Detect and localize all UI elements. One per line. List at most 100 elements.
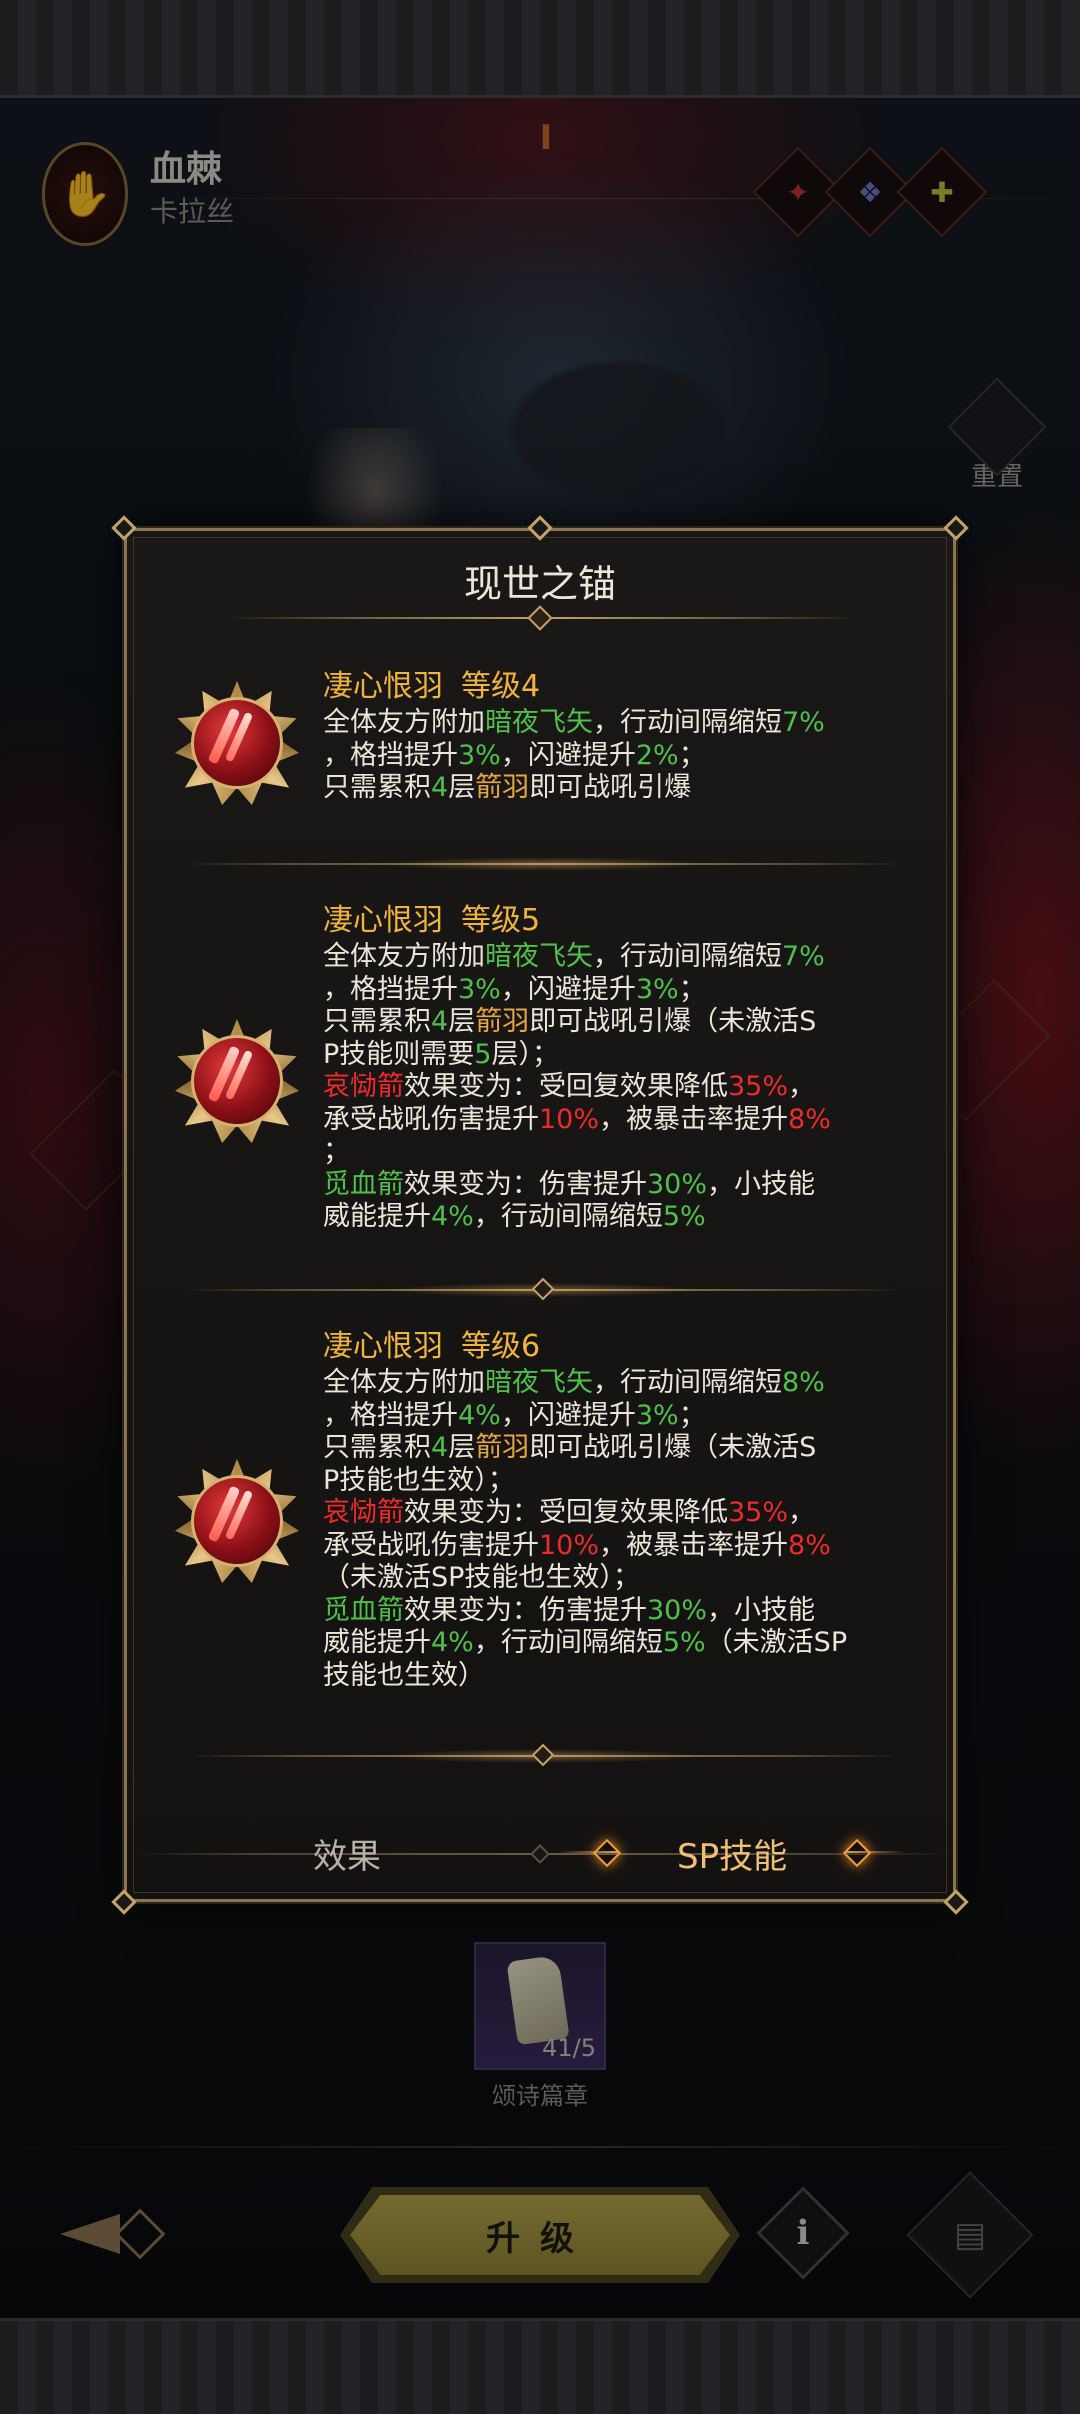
effect-text: 效果变为：伤害提升 [404, 1594, 647, 1626]
feather-slash-skill-icon [175, 681, 299, 805]
effect-text: P技能也生效）； [323, 1464, 515, 1496]
skill-effect-line: （未激活SP技能也生效）； [323, 1562, 923, 1595]
effect-highlight: 箭羽 [475, 1432, 530, 1463]
skill-effect-line: ； [323, 1136, 923, 1169]
effect-highlight: 暗夜飞矢 [485, 707, 593, 738]
effect-highlight: 4 [431, 772, 449, 803]
effect-highlight: 35% [728, 1497, 789, 1528]
effect-text: ，格挡提升 [323, 739, 458, 771]
effect-text: ，格挡提升 [323, 973, 458, 1005]
bottom-frame-bar [0, 2318, 1080, 2414]
effect-text: ，闪避提升 [500, 1399, 636, 1431]
skill-effect-line: 只需累积4层箭羽即可战吼引爆 [323, 772, 923, 805]
effect-highlight: 觅血箭 [323, 1168, 404, 1200]
effect-text: 承受战吼伤害提升 [323, 1103, 539, 1135]
effect-text: ，行动间隔缩短 [473, 1201, 663, 1232]
section-separator [187, 1743, 899, 1767]
effect-highlight: 箭羽 [475, 1006, 530, 1037]
effect-text: 层）； [491, 1038, 559, 1070]
tab-effect[interactable]: 效果 [313, 1829, 381, 1878]
effect-text: ； [678, 739, 706, 771]
effect-highlight: 5% [662, 1201, 706, 1232]
effect-highlight: 10% [539, 1529, 600, 1561]
tab-active-right-ornament-icon [845, 1841, 905, 1863]
dialog-tab-bar: 效果 SP技能 [127, 1819, 953, 1889]
effect-text: ，行动间隔缩短 [593, 707, 782, 738]
effect-text: 只需累积 [323, 1006, 431, 1037]
effect-text: ，小技能 [707, 1168, 816, 1200]
effect-highlight: 2% [635, 739, 679, 771]
skill-effect-line: 觅血箭效果变为：伤害提升30%，小技能 [323, 1169, 923, 1202]
effect-highlight: 3% [458, 973, 501, 1005]
effect-highlight: 3% [458, 739, 501, 771]
skill-effect-line: ，格挡提升4%，闪避提升3%； [323, 1400, 923, 1433]
skill-level: 等级6 [461, 1329, 541, 1364]
skill-level: 等级4 [461, 669, 541, 704]
skill-effect-line: 全体友方附加暗夜飞矢，行动间隔缩短7% [323, 707, 923, 740]
effect-highlight: 4% [458, 1399, 501, 1431]
effect-text: ； [678, 973, 706, 1005]
effect-highlight: 暗夜飞矢 [485, 1367, 593, 1398]
effect-highlight: 4 [431, 1006, 449, 1037]
skill-effect-line: 只需累积4层箭羽即可战吼引爆（未激活S [323, 1432, 923, 1465]
skill-name: 凄心恨羽 [323, 669, 443, 704]
skill-level: 等级5 [461, 903, 541, 938]
effect-highlight: 10% [539, 1103, 600, 1135]
skill-name: 凄心恨羽 [323, 1329, 443, 1364]
top-frame-bar [0, 0, 1080, 98]
title-gem-ornament [527, 605, 553, 631]
section-separator [187, 1277, 899, 1301]
effect-highlight: 箭羽 [475, 772, 530, 803]
effect-text: ，闪避提升 [500, 739, 636, 771]
skill-effect-line: P技能则需要5层）； [323, 1039, 923, 1072]
effect-text: 层 [448, 1432, 476, 1463]
skill-effect-line: 只需累积4层箭羽即可战吼引爆（未激活S [323, 1006, 923, 1039]
effect-highlight: 30% [647, 1168, 708, 1200]
effect-highlight: 4 [431, 1432, 449, 1463]
skill-effect-line: 哀恸箭效果变为：受回复效果降低35%， [323, 1071, 923, 1104]
effect-text: （未激活SP [705, 1627, 848, 1658]
effect-text: 层 [448, 1006, 476, 1037]
effect-text: ，行动间隔缩短 [593, 1367, 782, 1398]
tab-divider-gem [530, 1844, 550, 1864]
effect-highlight: 4% [431, 1201, 474, 1232]
effect-text: 效果变为：受回复效果降低 [404, 1071, 728, 1102]
effect-highlight: 5% [662, 1627, 706, 1658]
effect-highlight: 哀恸箭 [323, 1071, 404, 1102]
effect-highlight: 8% [788, 1529, 831, 1561]
effect-text: 效果变为：受回复效果降低 [404, 1497, 728, 1528]
skill-description: 凄心恨羽 等级5 全体友方附加暗夜飞矢，行动间隔缩短7% ，格挡提升3%，闪避提升3… [323, 903, 923, 1234]
skill-effect-line: 承受战吼伤害提升10%，被暴击率提升8% [323, 1530, 923, 1563]
section-separator [187, 857, 899, 871]
tab-sp-skill[interactable]: SP技能 [677, 1829, 787, 1878]
effect-highlight: 7% [782, 707, 825, 738]
effect-text: ，被暴击率提升 [599, 1529, 789, 1561]
effect-highlight: 暗夜飞矢 [485, 941, 593, 972]
effect-highlight: 8% [788, 1103, 831, 1135]
skill-effect-line: ，格挡提升3%，闪避提升3%； [323, 974, 923, 1007]
effect-text: ，行动间隔缩短 [473, 1627, 663, 1658]
skill-effect-line: 哀恸箭效果变为：受回复效果降低35%， [323, 1497, 923, 1530]
skill-effect-lines: 全体友方附加暗夜飞矢，行动间隔缩短7% ，格挡提升3%，闪避提升2%； 只需累积4层… [323, 707, 923, 805]
effect-text: ，行动间隔缩短 [593, 941, 782, 972]
effect-highlight: 4% [431, 1627, 474, 1658]
tab-active-left-ornament-icon [559, 1841, 619, 1863]
skill-effect-lines: 全体友方附加暗夜飞矢，行动间隔缩短7% ，格挡提升3%，闪避提升3%； 只需累积4层… [323, 941, 923, 1234]
feather-slash-skill-icon [175, 1459, 299, 1583]
feather-slash-skill-icon [175, 1019, 299, 1143]
skill-effect-line: 全体友方附加暗夜飞矢，行动间隔缩短7% [323, 941, 923, 974]
skill-effect-line: 威能提升4%，行动间隔缩短5% [323, 1201, 923, 1234]
skill-detail-dialog: 现世之锚 凄心恨羽 等级4 全体友方附加暗夜飞矢，行动间隔缩短7% ，格挡提升3%，… [111, 515, 969, 1915]
effect-text: 全体友方附加 [323, 941, 485, 972]
skill-description: 凄心恨羽 等级4 全体友方附加暗夜飞矢，行动间隔缩短7% ，格挡提升3%，闪避提升2… [323, 669, 923, 805]
effect-text: P技能则需要 [323, 1038, 475, 1070]
effect-highlight: 哀恸箭 [323, 1497, 404, 1528]
effect-text: 即可战吼引爆 [529, 772, 692, 803]
skill-effect-lines: 全体友方附加暗夜飞矢，行动间隔缩短8% ，格挡提升4%，闪避提升3%； 只需累积4层… [323, 1367, 923, 1692]
skill-effect-line: 威能提升4%，行动间隔缩短5%（未激活SP [323, 1627, 923, 1660]
effect-text: 即可战吼引爆（未激活S [529, 1006, 817, 1037]
effect-highlight: 3% [635, 1399, 679, 1431]
effect-text: ； [323, 1136, 350, 1167]
skill-title: 凄心恨羽 等级4 [323, 669, 923, 705]
effect-text: ； [678, 1399, 706, 1431]
